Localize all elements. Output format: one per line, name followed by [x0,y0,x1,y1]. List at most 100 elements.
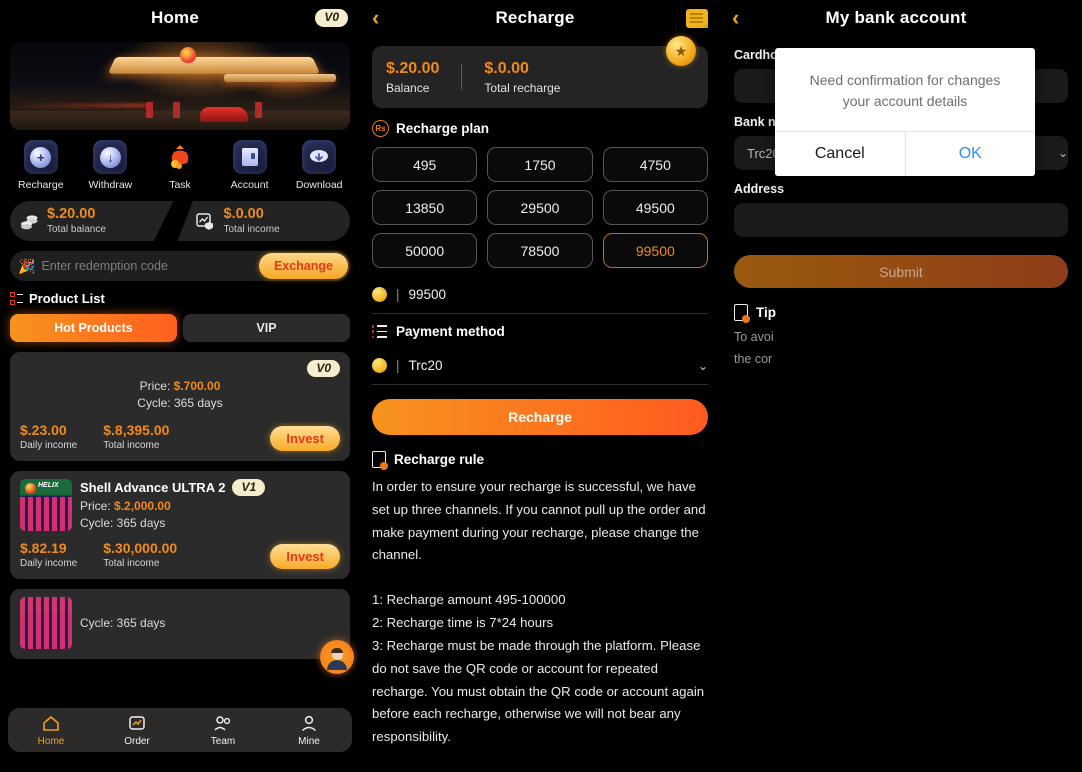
nav-item-order[interactable]: Order [94,714,180,747]
recharge-amount-row[interactable]: | 99500 [372,276,708,314]
banner-canopy [108,57,320,74]
product-tabs: Hot Products VIP [10,314,350,342]
shell-logo-icon [180,47,196,64]
price-value: $.700.00 [173,379,221,393]
nav-label: Home [37,735,65,747]
confirmation-modal-overlay: Need confirmation for changes your accou… [720,0,1082,772]
plus-circle-icon: + [23,140,58,174]
total-recharge-label: Total recharge [484,80,561,95]
quick-action-label: Withdraw [88,179,133,191]
balance-summary-row: $.20.00 Total balance $.0.00 Total incom… [10,201,350,241]
total-balance-card[interactable]: $.20.00 Total balance [10,201,174,241]
tab-hot-products[interactable]: Hot Products [10,314,177,342]
avatar-hair [331,648,343,653]
home-header: Home V0 [0,0,360,36]
modal-ok-button[interactable]: OK [905,132,1035,177]
modal-message: Need confirmation for changes your accou… [809,72,1001,109]
quick-action-label: Download [295,179,343,191]
product-cycle: Cycle: 365 days [80,616,166,630]
product-stats: $.82.19 Daily income $.30,000.00 Total i… [20,540,340,569]
product-card[interactable]: Cycle: 365 days [10,589,350,659]
total-income-card[interactable]: $.0.00 Total income [177,201,350,241]
nav-item-home[interactable]: Home [8,714,94,747]
chevron-down-icon[interactable]: ⌄ [698,359,708,373]
quick-action-account[interactable]: Account [215,140,285,191]
invest-button[interactable]: Invest [270,544,340,569]
total-income-label: Total income [103,558,160,569]
banner-pump [173,101,181,118]
product-card[interactable]: HELIX Shell Advance ULTRA 2 V1 Price: $.… [10,471,350,579]
banner-pump [146,101,153,118]
plan-option[interactable]: 49500 [602,190,708,225]
product-level-badge: V0 [307,360,340,378]
person-icon [299,714,319,734]
recharge-plan-title: Recharge plan [396,121,490,136]
plan-option[interactable]: 29500 [487,190,593,225]
banner-light-streak [10,104,146,108]
redemption-code-bar: 🎉 Exchange [10,251,350,281]
total-income-value: $.0.00 [223,206,264,223]
recharge-amount-value: 99500 [408,287,447,302]
quick-action-task[interactable]: Task [145,140,215,191]
vip-level-badge[interactable]: V0 [315,9,348,27]
separator: | [396,358,400,373]
plan-option[interactable]: 78500 [487,233,593,268]
plan-option[interactable]: 50000 [372,233,478,268]
total-income-label: Total income [103,440,160,451]
modal-buttons: Cancel OK [775,131,1035,177]
exchange-button[interactable]: Exchange [258,253,348,279]
back-chevron-icon[interactable]: ‹ [372,7,392,29]
nav-label: Order [124,735,150,747]
house-icon [41,714,61,734]
quick-action-download[interactable]: Download [284,140,354,191]
modal-cancel-button[interactable]: Cancel [775,132,906,177]
plan-option[interactable]: 495 [372,147,478,182]
gift-icon: 🎉 [18,257,36,274]
payment-method-title: Payment method [396,324,505,339]
recharge-submit-button[interactable]: Recharge [372,399,708,435]
quick-action-label: Task [169,179,191,191]
list-bullet-icon [372,325,387,338]
product-thumbnail [20,597,72,649]
recharge-rule-title: Recharge rule [394,452,485,467]
quick-action-recharge[interactable]: + Recharge [6,140,76,191]
plan-option[interactable]: 4750 [602,147,708,182]
invest-button[interactable]: Invest [270,426,340,451]
confirmation-modal: Need confirmation for changes your accou… [775,48,1035,177]
product-card[interactable]: V0 Price: $.700.00 Cycle: 365 days $.23.… [10,352,350,461]
coins-icon [19,211,39,231]
product-name-row: Shell Advance ULTRA 2 V1 [80,479,340,497]
payment-method-select[interactable]: | Trc20 ⌄ [372,347,708,385]
coin-icon [372,287,387,302]
daily-income-label: Daily income [20,558,78,569]
recharge-plan-grid: 495 1750 4750 13850 29500 49500 50000 78… [372,147,708,268]
quick-action-withdraw[interactable]: ↓ Withdraw [76,140,146,191]
plan-option[interactable]: 1750 [487,147,593,182]
balance-label: Balance [386,80,430,95]
recharge-screen: ‹ Recharge $.20.00 Balance $.0.00 Total … [360,0,720,772]
order-record-icon[interactable] [686,8,708,28]
plan-option[interactable]: 13850 [372,190,478,225]
bottom-navigation: Home Order Team Mine [8,708,352,752]
product-list-heading: Product List [10,291,350,306]
customer-service-avatar[interactable] [320,640,354,674]
product-price-row: Price: $.2,000.00 [80,499,340,513]
product-thumbnail: HELIX [20,479,72,531]
bank-account-screen: ‹ My bank account Cardholder Bank name T… [720,0,1082,772]
page-title: Recharge [495,8,575,27]
quick-action-label: Recharge [18,179,64,191]
divider [461,64,463,90]
plan-option-selected[interactable]: 99500 [602,233,708,268]
promo-banner-image[interactable] [10,42,350,130]
nav-item-team[interactable]: Team [180,714,266,747]
tab-vip[interactable]: VIP [183,314,350,342]
header-right [678,8,708,28]
total-balance-label: Total balance [47,223,106,235]
recharge-rule-list: 1: Recharge amount 495-100000 2: Recharg… [372,592,705,745]
nav-label: Team [210,735,236,747]
recharge-plan-heading: Rs Recharge plan [372,120,708,137]
daily-income-stat: $.23.00 Daily income [20,422,77,451]
cloud-download-icon [302,140,337,174]
banner-pump [254,101,262,118]
nav-item-mine[interactable]: Mine [266,714,352,747]
